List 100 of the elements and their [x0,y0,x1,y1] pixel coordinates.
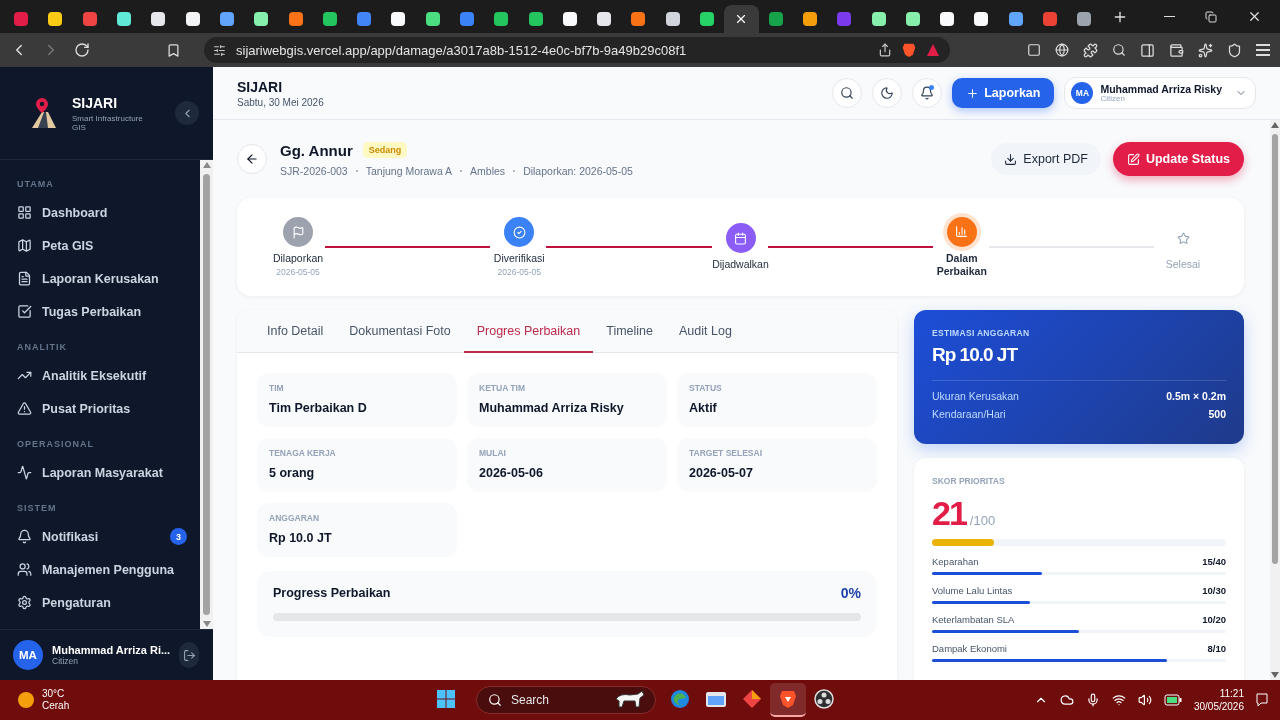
tab[interactable]: Timeline [593,310,667,353]
search-icon [1112,43,1126,57]
folder-icon[interactable] [705,689,727,709]
brand-name: SIJARI [72,94,119,111]
windows-icon[interactable] [436,689,456,709]
collapse-button[interactable] [175,101,199,125]
report-title: Gg. Annur [280,141,353,159]
nav-item[interactable]: Tugas Perbaikan [17,295,200,328]
nav-item[interactable]: Analitik Eksekutif [17,359,200,392]
shield-icon [1227,42,1242,58]
check-circle-icon [512,225,526,239]
triangle-icon[interactable] [926,43,940,57]
tab[interactable]: Info Detail [254,310,337,353]
brand-tagline: Smart Infrastructure GIS [72,113,144,132]
nav-label: Dashboard [42,205,108,220]
count-badge: 3 [170,528,187,545]
star-icon [1176,231,1190,245]
factor-label: Keterlambatan SLA [932,614,1015,625]
bell-icon [17,529,32,544]
user-name: Muhammad Arriza Ri... [52,644,171,656]
step-date: 2026-05-05 [497,267,541,277]
nav-item[interactable]: Peta GIS [17,229,200,262]
nav-item[interactable]: Notifikasi 3 [17,520,200,553]
section-title: ANALITIK [17,341,68,353]
notification-icon[interactable] [1256,693,1268,707]
detail-value: 0.5m × 0.2m [1166,390,1226,402]
lion-shield-icon[interactable] [902,42,916,58]
sun-icon[interactable] [18,692,34,708]
detail-value: 500 [1208,408,1226,420]
nav-item[interactable]: Pusat Prioritas [17,392,200,425]
microphone-icon [1085,693,1100,707]
bookmark-icon [166,42,181,58]
logout-button[interactable] [179,642,199,668]
record-icon[interactable] [814,689,834,709]
user-menu[interactable]: MA Muhammad Arriza Risky Citizen [1064,77,1256,109]
taskbar-search[interactable]: Search [476,686,656,714]
field-value: 2026-05-07 [689,466,754,480]
scroll-down-icon[interactable] [1271,672,1279,678]
logo-icon [30,96,58,130]
nav-label: Notifikasi [42,529,99,544]
section-title: UTAMA [17,178,55,190]
notification-button[interactable] [912,78,943,108]
wallet-icon [1169,42,1184,58]
avatar: MA [1071,82,1094,104]
theme-button[interactable] [872,78,903,108]
nav-item[interactable]: Laporan Kerusakan [17,262,200,295]
menu-icon[interactable] [1256,44,1270,56]
puzzle-icon [1083,42,1098,58]
factor-reading: 15/40 [1202,556,1226,567]
tab[interactable]: Progres Perbaikan [463,310,594,353]
wifi-icon [1111,693,1126,707]
volume-icon [1137,693,1152,707]
nav-item[interactable]: Dashboard [17,196,200,229]
step-label: Diverifikasi [493,252,545,265]
card-title: ESTIMASI ANGGARAN [932,328,1031,338]
scroll-up-icon[interactable] [202,162,211,168]
meta-text: Dilaporkan: 2026-05-05 [523,164,633,177]
lion-shield-icon[interactable] [779,689,797,709]
update-status-button[interactable]: Update Status [1112,142,1244,176]
factor-label: Dampak Ekonomi [932,643,1007,654]
field-value: Aktif [689,401,718,415]
field-label: ANGGARAN [269,513,321,523]
minimize-icon[interactable] [1164,15,1175,18]
budget-amount: Rp 10.0 JT [932,344,1019,366]
tab[interactable]: Audit Log [666,310,745,353]
logout-icon [182,648,196,662]
edge-icon[interactable] [670,689,690,709]
nav-item[interactable]: Manajemen Pengguna [17,553,200,586]
extension-icon [1027,43,1041,57]
back-button[interactable] [237,144,267,174]
clock-time: 11:21 [1218,687,1244,700]
nav-item[interactable]: Pengaturan [17,586,200,619]
section-title: SISTEM [17,502,58,514]
scrollbar[interactable] [1270,120,1280,680]
factor-label: Volume Lalu Lintas [932,585,1013,596]
plus-icon [966,86,980,100]
pulse-icon [17,465,32,480]
date-text: Sabtu, 30 Mei 2026 [237,96,325,108]
tab[interactable]: Dokumentasi Foto [336,310,464,353]
export-button[interactable]: Export PDF [991,143,1101,175]
nav-label: Analitik Eksekutif [42,368,147,383]
avatar: MA [13,640,43,670]
url-text: sijariwebgis.vercel.app/app/damage/a3017a8b-1512-4e0c-bf7b-9a49b29c08f1 [236,42,688,58]
search-button[interactable] [832,78,863,108]
scroll-down-icon[interactable] [202,621,211,627]
field-label: STATUS [689,383,723,393]
step-label: Dijadwalkan [712,258,769,271]
field-label: TENAGA KERJA [269,448,337,458]
nav-item[interactable]: Laporan Masyarakat [17,456,200,489]
user-role: Citizen [52,656,79,666]
diamond-icon[interactable] [742,689,762,709]
step-label: Dalam Perbaikan [935,251,988,278]
cloud-icon [1059,693,1074,707]
scrollbar[interactable] [200,160,213,629]
taskbar-app[interactable] [770,683,806,717]
warning-icon [17,401,32,416]
grid-icon [17,205,32,220]
report-button[interactable]: Laporkan [952,78,1055,108]
progress-label: Progress Perbaikan [273,586,391,600]
scroll-up-icon[interactable] [1271,122,1279,128]
